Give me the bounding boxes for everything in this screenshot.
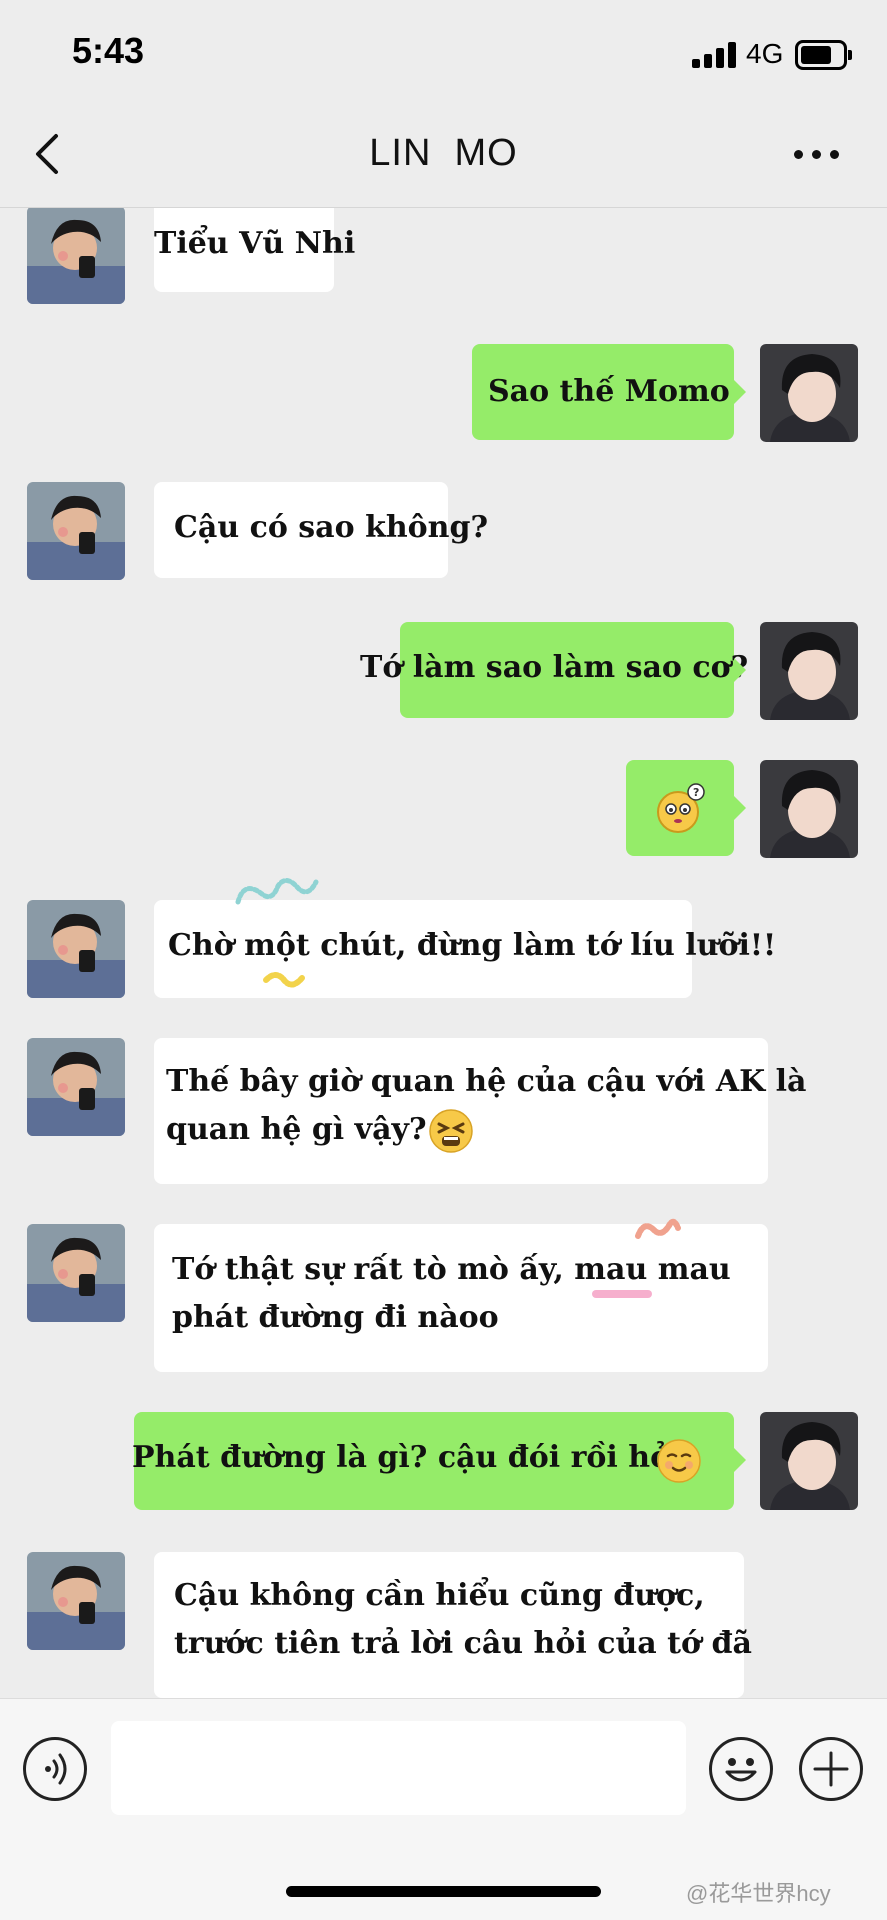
message-bubble-incoming[interactable]: Thế bây giờ quan hệ của cậu với AK là qu… — [154, 1038, 806, 1184]
user-avatar[interactable] — [760, 1412, 858, 1510]
message-bubble-outgoing[interactable]: Sao thế Momo — [472, 344, 746, 440]
plus-icon[interactable] — [799, 1737, 863, 1801]
smiling-face-emoji — [656, 1438, 702, 1499]
confused-face-sticker: ? — [654, 782, 706, 849]
status-time: 5:43 — [72, 30, 145, 71]
message-bubble-outgoing[interactable]: ? — [626, 760, 746, 856]
message-text: Cậu có sao không? — [174, 510, 489, 545]
contact-avatar[interactable] — [27, 208, 125, 304]
message-bubble-incoming[interactable]: Cậu không cần hiểu cũng được, trước tiên… — [154, 1552, 752, 1698]
user-avatar[interactable] — [760, 760, 858, 858]
decorative-doodle — [232, 872, 322, 922]
battery-icon — [795, 40, 852, 70]
message-text: Phát đường là gì? cậu đói rồi hỏ? — [132, 1440, 688, 1475]
tired-face-emoji — [428, 1108, 474, 1169]
contact-avatar[interactable] — [27, 1038, 125, 1136]
message-bubble-incoming[interactable]: Tớ thật sự rất tò mò ấy, mau mau phát đư… — [154, 1224, 768, 1372]
message-bubble-outgoing[interactable]: Phát đường là gì? cậu đói rồi hỏ? — [132, 1412, 746, 1510]
message-text-line: quan hệ gì vậy? — [166, 1112, 427, 1147]
message-text-line: phát đường đi nàoo — [172, 1300, 499, 1335]
message-text: Tiểu Vũ Nhi — [154, 226, 356, 261]
contact-avatar[interactable] — [27, 482, 125, 580]
status-bar: 5:43 4G — [0, 0, 887, 100]
message-bubble-incoming[interactable]: Tiểu Vũ Nhi — [154, 208, 355, 292]
user-avatar[interactable] — [760, 344, 858, 442]
watermark: @花华世界hcy — [686, 1881, 831, 1906]
message-text-line: Thế bây giờ quan hệ của cậu với AK là — [166, 1064, 807, 1099]
message-text: Tớ làm sao làm sao cơ? — [360, 650, 749, 685]
message-text: Sao thế Momo — [488, 374, 730, 409]
decorative-doodle — [592, 1290, 652, 1298]
svg-text:?: ? — [693, 786, 699, 799]
message-list[interactable]: Tiểu Vũ Nhi Sao thế Momo Cậu có sao khôn… — [0, 208, 887, 1698]
message-text-line: Cậu không cần hiểu cũng được, — [174, 1578, 705, 1613]
message-input[interactable] — [111, 1721, 686, 1815]
message-bubble-incoming[interactable]: Cậu có sao không? — [154, 482, 488, 578]
contact-avatar[interactable] — [27, 1224, 125, 1322]
ellipsis-icon[interactable] — [792, 144, 842, 164]
contact-avatar[interactable] — [27, 900, 125, 998]
user-avatar[interactable] — [760, 622, 858, 720]
message-text-line: Tớ thật sự rất tò mò ấy, mau mau — [172, 1252, 731, 1287]
home-indicator[interactable] — [286, 1886, 601, 1897]
emoji-icon[interactable] — [709, 1737, 773, 1801]
signal-icon — [692, 42, 736, 68]
message-bubble-outgoing[interactable]: Tớ làm sao làm sao cơ? — [360, 622, 748, 718]
chat-header: LIN MO — [0, 100, 887, 208]
message-text: Chờ một chút, đừng làm tớ líu lưỡi!! — [168, 928, 777, 963]
chat-title: LIN MO — [369, 132, 518, 174]
decorative-doodle — [634, 1216, 682, 1246]
decorative-doodle — [262, 968, 308, 998]
network-type: 4G — [746, 38, 784, 69]
contact-avatar[interactable] — [27, 1552, 125, 1650]
message-text-line: trước tiên trả lời câu hỏi của tớ đã — [174, 1626, 752, 1661]
voice-icon[interactable] — [23, 1737, 87, 1801]
